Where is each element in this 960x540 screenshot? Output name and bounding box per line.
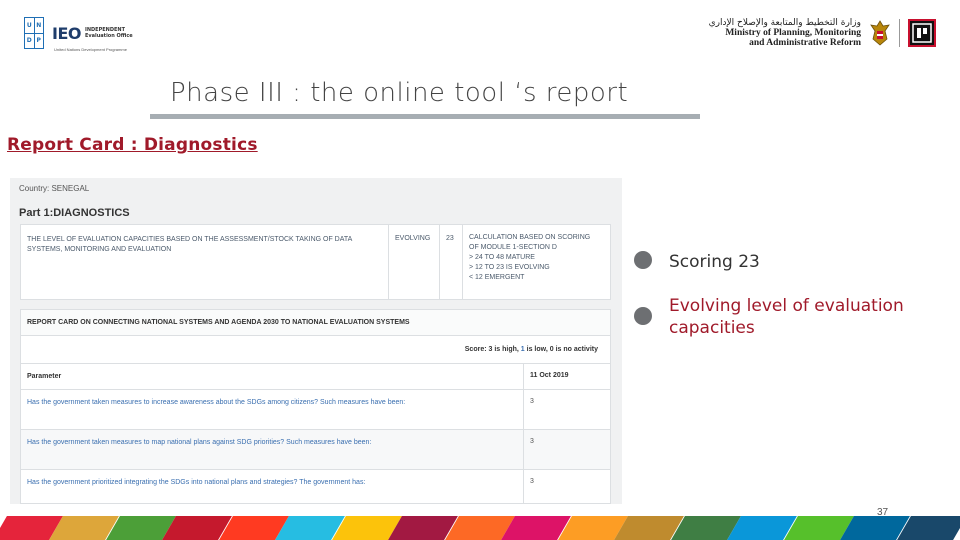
report-card-heading: REPORT CARD ON CONNECTING NATIONAL SYSTE…: [21, 310, 610, 336]
ieo-subtitle: United Nations Development Programme: [54, 47, 127, 52]
undp-logo: U N D P: [24, 17, 44, 49]
score-legend: Score: 3 is high, 1 is low, 0 is no acti…: [21, 336, 610, 364]
report-card-screenshot: Country: SENEGAL Part 1:DIAGNOSTICS THE …: [10, 178, 622, 504]
score-legend-text: is low,: [524, 346, 550, 353]
score-legend-prefix: Score:: [464, 346, 489, 353]
undp-letter: N: [34, 18, 43, 33]
calc-line: > 24 TO 48 MATURE: [469, 254, 535, 261]
diagnostics-score: 23: [440, 225, 463, 299]
table-row: Has the government taken measures to inc…: [21, 390, 610, 430]
ieo-mark: IEO: [52, 23, 81, 43]
sdg-color-stripe: [0, 516, 960, 540]
column-header-date: 11 Oct 2019: [530, 372, 569, 379]
score-legend-text: is no activity: [553, 346, 598, 353]
diagnostics-calculation: CALCULATION BASED ON SCORING OF MODULE 1…: [463, 225, 610, 299]
slide-title: Phase III : the online tool ‘s report: [170, 78, 629, 108]
undp-letter: D: [25, 33, 34, 48]
ministry-arabic-name: وزارة التخطيط والمتابعة والإصلاح الإداري: [708, 18, 861, 28]
ministry-english-name-line2: and Administrative Reform: [749, 38, 861, 48]
column-header-parameter: Parameter: [21, 364, 524, 389]
parameter-link[interactable]: Has the government prioritized integrati…: [21, 470, 524, 504]
undp-letter: P: [34, 33, 43, 48]
parameter-link[interactable]: Has the government taken measures to inc…: [21, 390, 524, 429]
table-header-row: Parameter 11 Oct 2019: [21, 364, 610, 390]
calc-line: CALCULATION BASED ON SCORING: [469, 234, 591, 241]
diagnostics-description: THE LEVEL OF EVALUATION CAPACITIES BASED…: [21, 225, 389, 299]
calc-line: OF MODULE 1-SECTION D: [469, 244, 557, 251]
table-row: Has the government prioritized integrati…: [21, 470, 610, 504]
eagle-emblem-icon: [869, 19, 891, 47]
undp-ieo-logo: U N D P IEO INDEPENDENT Evaluation Offic…: [24, 16, 133, 52]
parameter-score: 3: [530, 398, 534, 405]
calc-line: > 12 TO 23 IS EVOLVING: [469, 264, 550, 271]
part-title: Part 1:DIAGNOSTICS: [19, 207, 130, 219]
parameter-score: 3: [530, 478, 534, 485]
ministry-english-name-line1: Ministry of Planning, Monitoring: [725, 28, 861, 38]
parameter-link[interactable]: Has the government taken measures to map…: [21, 430, 524, 469]
ieo-line2: Evaluation Office: [84, 33, 133, 39]
table-row: Has the government taken measures to map…: [21, 430, 610, 470]
bullet-text-scoring: Scoring 23: [669, 252, 760, 272]
title-underline-bar: [150, 114, 700, 119]
bullet-text-line: Evolving level of evaluation: [669, 296, 904, 316]
ministry-logo: وزارة التخطيط والمتابعة والإصلاح الإداري…: [709, 16, 936, 50]
ieo-logo: IEO INDEPENDENT Evaluation Office: [52, 24, 133, 43]
bullet-text-evolving: Evolving level of evaluation capacities: [669, 295, 904, 339]
bullet-dot: [634, 251, 652, 269]
score-legend-text: is high,: [492, 346, 521, 353]
parameter-score: 3: [530, 438, 534, 445]
country-label: Country: SENEGAL: [19, 184, 90, 193]
section-subtitle: Report Card : Diagnostics: [7, 135, 258, 155]
egypt-vision-badge-icon: [908, 19, 936, 47]
bullet-text-line: capacities: [669, 318, 755, 338]
diagnostics-table: THE LEVEL OF EVALUATION CAPACITIES BASED…: [20, 224, 611, 300]
calc-line: < 12 EMERGENT: [469, 274, 525, 281]
logo-divider: [899, 19, 900, 47]
bullet-dot: [634, 307, 652, 325]
undp-letter: U: [25, 18, 34, 33]
report-card-table: REPORT CARD ON CONNECTING NATIONAL SYSTE…: [20, 309, 611, 504]
diagnostics-level: EVOLVING: [389, 225, 440, 299]
